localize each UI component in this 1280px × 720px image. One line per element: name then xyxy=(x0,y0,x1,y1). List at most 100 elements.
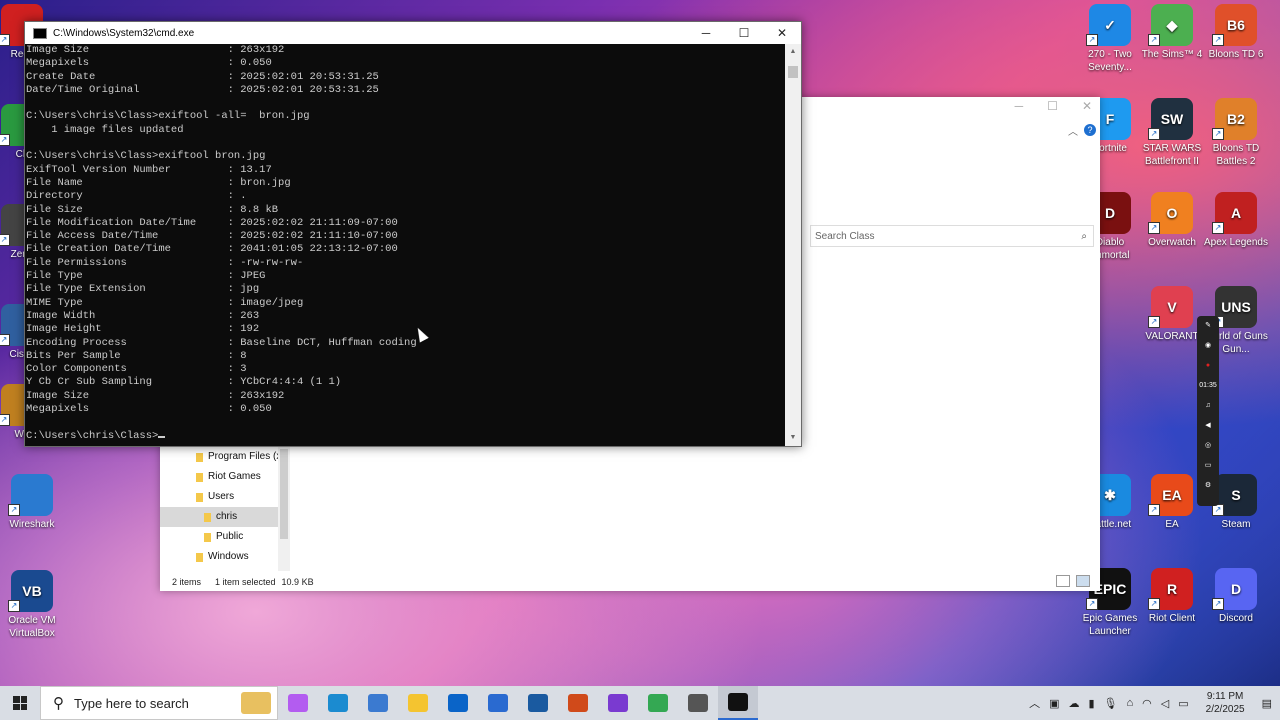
usb-icon[interactable]: ▮ xyxy=(1088,697,1094,710)
maximize-icon[interactable]: ☐ xyxy=(1047,99,1058,113)
nav-item[interactable]: Users xyxy=(160,487,290,507)
chevron-up-icon[interactable]: ︿ xyxy=(1029,695,1040,711)
speaker-icon[interactable]: ◀ xyxy=(1197,416,1219,436)
camera-icon[interactable]: ◉ xyxy=(1197,336,1219,356)
help-icon[interactable]: ? xyxy=(1084,124,1096,136)
console-output[interactable]: Image Size : 263x192 Megapixels : 0.050 Cr… xyxy=(25,44,786,446)
console-line-text: C:\Users\chris\Class> xyxy=(26,429,159,442)
desktop-icon[interactable]: B2 ↗ Bloons TD Battles 2 xyxy=(1204,98,1268,168)
clock[interactable]: 9:11 PM 2/2/2025 xyxy=(1206,690,1245,716)
office-app[interactable] xyxy=(558,686,598,720)
folder-icon xyxy=(204,533,211,542)
text-cursor xyxy=(158,435,166,438)
console-line: Color Components : 3 xyxy=(26,363,786,376)
close-icon[interactable]: ✕ xyxy=(1082,99,1092,113)
shortcut-arrow-icon: ↗ xyxy=(1212,34,1224,46)
taskbar-search-box[interactable]: ⚲ Type here to search xyxy=(40,686,278,720)
settings-app[interactable] xyxy=(678,686,718,720)
console-line-text: Y Cb Cr Sub Sampling : YCbCr4:4:4 (1 1) xyxy=(26,376,342,389)
large-icons-view-icon[interactable] xyxy=(1076,575,1090,587)
desktop-icon-label: Bloons TD Battles 2 xyxy=(1212,143,1260,167)
powershell-app[interactable] xyxy=(518,686,558,720)
pen-icon[interactable]: ✎ xyxy=(1197,316,1219,336)
scroll-down-icon[interactable]: ▼ xyxy=(785,430,801,446)
close-icon[interactable]: ✕ xyxy=(763,26,801,40)
visual-studio-app[interactable] xyxy=(598,686,638,720)
desktop-icon-label: The Sims™ 4 xyxy=(1141,49,1203,60)
nav-item[interactable]: Windows xyxy=(160,547,290,567)
outlook-icon xyxy=(448,694,468,712)
desktop-icon-label: Steam xyxy=(1221,519,1251,530)
console-line-text: MIME Type : image/jpeg xyxy=(26,296,304,309)
desktop-icon[interactable]: D ↗ Discord xyxy=(1204,568,1268,625)
console-line-text: Date/Time Original : 2025:02:01 20:53:31… xyxy=(26,83,379,96)
desktop-icon[interactable]: ↗ Wireshark xyxy=(0,474,64,531)
console-line: C:\Users\chris\Class>exiftool bron.jpg xyxy=(26,150,786,163)
gear-icon[interactable]: ⚙ xyxy=(1197,476,1219,496)
start-button[interactable] xyxy=(0,686,40,720)
maximize-icon[interactable]: ☐ xyxy=(725,26,763,40)
shortcut-arrow-icon: ↗ xyxy=(0,34,10,46)
folder-icon xyxy=(196,553,203,562)
shortcut-arrow-icon: ↗ xyxy=(1212,128,1224,140)
cmd-scrollbar[interactable]: ▲ ▼ xyxy=(785,44,801,446)
store-app[interactable] xyxy=(358,686,398,720)
desktop-icon[interactable]: A ↗ Apex Legends xyxy=(1204,192,1268,249)
nav-item[interactable]: Riot Games xyxy=(160,467,290,487)
outlook-app[interactable] xyxy=(438,686,478,720)
nav-item-label: chris xyxy=(216,511,238,522)
console-line: File Type Extension : jpg xyxy=(26,283,786,296)
nav-item[interactable]: Public xyxy=(160,527,290,547)
volume-icon[interactable]: ◁ xyxy=(1161,697,1169,710)
webcam-icon[interactable]: ◎ xyxy=(1197,436,1219,456)
notifications-icon[interactable]: ▤ xyxy=(1262,697,1272,710)
microphone-icon[interactable]: 🎙 xyxy=(1104,697,1118,710)
meet-now-icon[interactable]: ▣ xyxy=(1049,697,1059,710)
details-view-icon[interactable] xyxy=(1056,575,1070,587)
file-explorer-app[interactable] xyxy=(398,686,438,720)
copilot-app[interactable] xyxy=(278,686,318,720)
chrome-app[interactable] xyxy=(638,686,678,720)
desktop-icon[interactable]: R ↗ Riot Client xyxy=(1140,568,1204,625)
desktop-icon[interactable]: EA ↗ EA xyxy=(1140,474,1204,531)
desktop-icon[interactable]: ◆ ↗ The Sims™ 4 xyxy=(1140,4,1204,61)
desktop-icon-label: EA xyxy=(1165,519,1179,530)
nav-item[interactable]: Program Files (x xyxy=(160,447,290,467)
desktop-icon[interactable]: V ↗ VALORANT xyxy=(1140,286,1204,343)
network-icon[interactable]: ⌂ xyxy=(1127,697,1134,709)
folder-icon xyxy=(196,473,203,482)
vscode-app[interactable] xyxy=(478,686,518,720)
edge-app[interactable] xyxy=(318,686,358,720)
terminal-app[interactable] xyxy=(718,686,758,720)
microphone-icon[interactable]: ♫ xyxy=(1197,396,1219,416)
cmd-title-bar[interactable]: C:\Windows\System32\cmd.exe ─ ☐ ✕ xyxy=(25,22,801,44)
console-line-text: C:\Users\chris\Class>exiftool -all= bron… xyxy=(26,110,310,123)
minimize-icon[interactable]: ─ xyxy=(687,26,725,40)
onedrive-icon[interactable]: ☁ xyxy=(1068,697,1079,710)
minimize-icon[interactable]: ─ xyxy=(1015,99,1024,113)
window-icon[interactable]: ▭ xyxy=(1197,456,1219,476)
shortcut-arrow-icon: ↗ xyxy=(8,600,20,612)
search-input[interactable]: Search Class ⌕ xyxy=(810,225,1094,247)
scroll-thumb[interactable] xyxy=(788,66,798,78)
desktop-icon[interactable]: O ↗ Overwatch xyxy=(1140,192,1204,249)
scroll-up-icon[interactable]: ▲ xyxy=(785,44,801,60)
battery-icon[interactable]: ▭ xyxy=(1178,697,1188,710)
shortcut-arrow-icon: ↗ xyxy=(0,414,10,426)
desktop-icon[interactable]: VB ↗ Oracle VM VirtualBox xyxy=(0,570,64,640)
desktop-icon[interactable]: ✓ ↗ 270 - Two Seventy... xyxy=(1078,4,1142,74)
ribbon-collapse-icon[interactable]: ︿ xyxy=(1068,123,1078,138)
console-line: Image Size : 263x192 xyxy=(26,390,786,403)
record-icon[interactable]: ● xyxy=(1197,356,1219,376)
desktop-icon[interactable]: B6 ↗ Bloons TD 6 xyxy=(1204,4,1268,61)
nav-item-label: Riot Games xyxy=(208,471,261,482)
cmd-window[interactable]: C:\Windows\System32\cmd.exe ─ ☐ ✕ Image … xyxy=(24,21,802,447)
nav-item[interactable]: chris xyxy=(160,507,290,527)
console-line: Bits Per Sample : 8 xyxy=(26,350,786,363)
wifi-icon[interactable]: ◠ xyxy=(1142,697,1152,710)
console-line-text: Image Size : 263x192 xyxy=(26,389,285,402)
navigation-scrollbar[interactable] xyxy=(278,447,290,571)
console-line-text: C:\Users\chris\Class>exiftool bron.jpg xyxy=(26,150,266,163)
desktop-icon[interactable]: SW ↗ STAR WARS Battlefront II xyxy=(1140,98,1204,168)
